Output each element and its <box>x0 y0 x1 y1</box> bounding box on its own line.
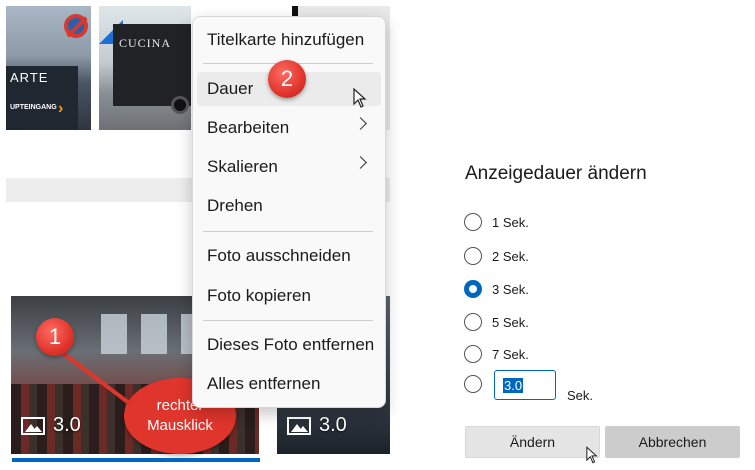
menu-item-label: Alles entfernen <box>207 374 321 393</box>
no-parking-sign <box>64 14 88 38</box>
menu-item-label: Foto kopieren <box>207 286 311 305</box>
storyboard-thumbnail[interactable]: ARTE UPTEINGANG › <box>6 6 91 130</box>
window <box>141 314 167 354</box>
radio-label: 5 Sek. <box>492 314 529 330</box>
cancel-button[interactable]: Abbrechen <box>605 426 740 458</box>
menu-item-label: Titelkarte hinzufügen <box>207 30 365 49</box>
radio-button[interactable] <box>464 313 482 331</box>
callout-text-line2: Mausklick <box>147 417 213 434</box>
menu-item-label: Bearbeiten <box>207 118 290 137</box>
duration-label: 3.0 <box>319 414 347 436</box>
apply-button[interactable]: Ändern <box>465 426 600 458</box>
chevron-right-icon: › <box>58 100 64 117</box>
chevron-right-icon <box>354 156 367 169</box>
menu-item-label: Dauer <box>207 79 254 98</box>
radio-option-7s[interactable]: 7 Sek. <box>464 345 529 363</box>
duration-overlay: 3.0 <box>21 414 81 437</box>
menu-item-rotate[interactable]: Drehen <box>197 189 381 223</box>
menu-item-label: Dieses Foto entfernen <box>207 335 375 354</box>
radio-button-checked[interactable] <box>464 280 482 298</box>
step-badge-1: 1 <box>36 318 74 356</box>
menu-item-remove-photo[interactable]: Dieses Foto entfernen <box>197 328 381 362</box>
radio-label: 2 Sek. <box>492 248 529 264</box>
radio-button[interactable] <box>464 345 482 363</box>
radio-option-3s[interactable]: 3 Sek. <box>464 280 529 298</box>
image-icon <box>287 416 311 435</box>
radio-button[interactable] <box>464 375 482 393</box>
radio-option-custom[interactable] <box>464 375 482 393</box>
sign-subtitle: UPTEINGANG <box>10 104 57 111</box>
menu-item-label: Drehen <box>207 196 263 215</box>
chevron-right-icon <box>354 117 367 130</box>
window <box>101 314 127 354</box>
trailer-text: CUCINA <box>119 36 172 50</box>
dialog-title: Anzeigedauer ändern <box>465 163 647 184</box>
menu-item-edit[interactable]: Bearbeiten <box>197 111 381 145</box>
storyboard-thumbnail[interactable]: CUCINA <box>99 6 191 130</box>
radio-label: 7 Sek. <box>492 346 529 362</box>
radio-label: 1 Sek. <box>492 214 529 230</box>
menu-separator <box>203 231 373 232</box>
radio-button[interactable] <box>464 213 482 231</box>
menu-item-cut-photo[interactable]: Foto ausschneiden <box>197 239 381 273</box>
menu-item-add-title-card[interactable]: Titelkarte hinzufügen <box>197 23 381 57</box>
wheel <box>171 96 189 114</box>
radio-option-1s[interactable]: 1 Sek. <box>464 213 529 231</box>
menu-item-label: Skalieren <box>207 157 278 176</box>
menu-item-label: Foto ausschneiden <box>207 246 351 265</box>
menu-item-resize[interactable]: Skalieren <box>197 150 381 184</box>
custom-duration-input[interactable]: 3.0 <box>494 370 556 400</box>
custom-duration-value: 3.0 <box>503 377 524 393</box>
menu-item-remove-all[interactable]: Alles entfernen <box>197 367 381 401</box>
radio-button[interactable] <box>464 247 482 265</box>
step-badge-2: 2 <box>268 60 306 98</box>
duration-overlay: 3.0 <box>287 414 347 437</box>
menu-separator <box>203 320 373 321</box>
duration-label: 3.0 <box>53 414 81 436</box>
selection-indicator <box>12 458 260 462</box>
radio-option-5s[interactable]: 5 Sek. <box>464 313 529 331</box>
menu-item-copy-photo[interactable]: Foto kopieren <box>197 279 381 313</box>
sign-title: ARTE <box>10 70 49 85</box>
radio-option-2s[interactable]: 2 Sek. <box>464 247 529 265</box>
custom-duration-unit: Sek. <box>567 388 594 403</box>
radio-label: 3 Sek. <box>492 281 529 297</box>
image-icon <box>21 416 45 435</box>
